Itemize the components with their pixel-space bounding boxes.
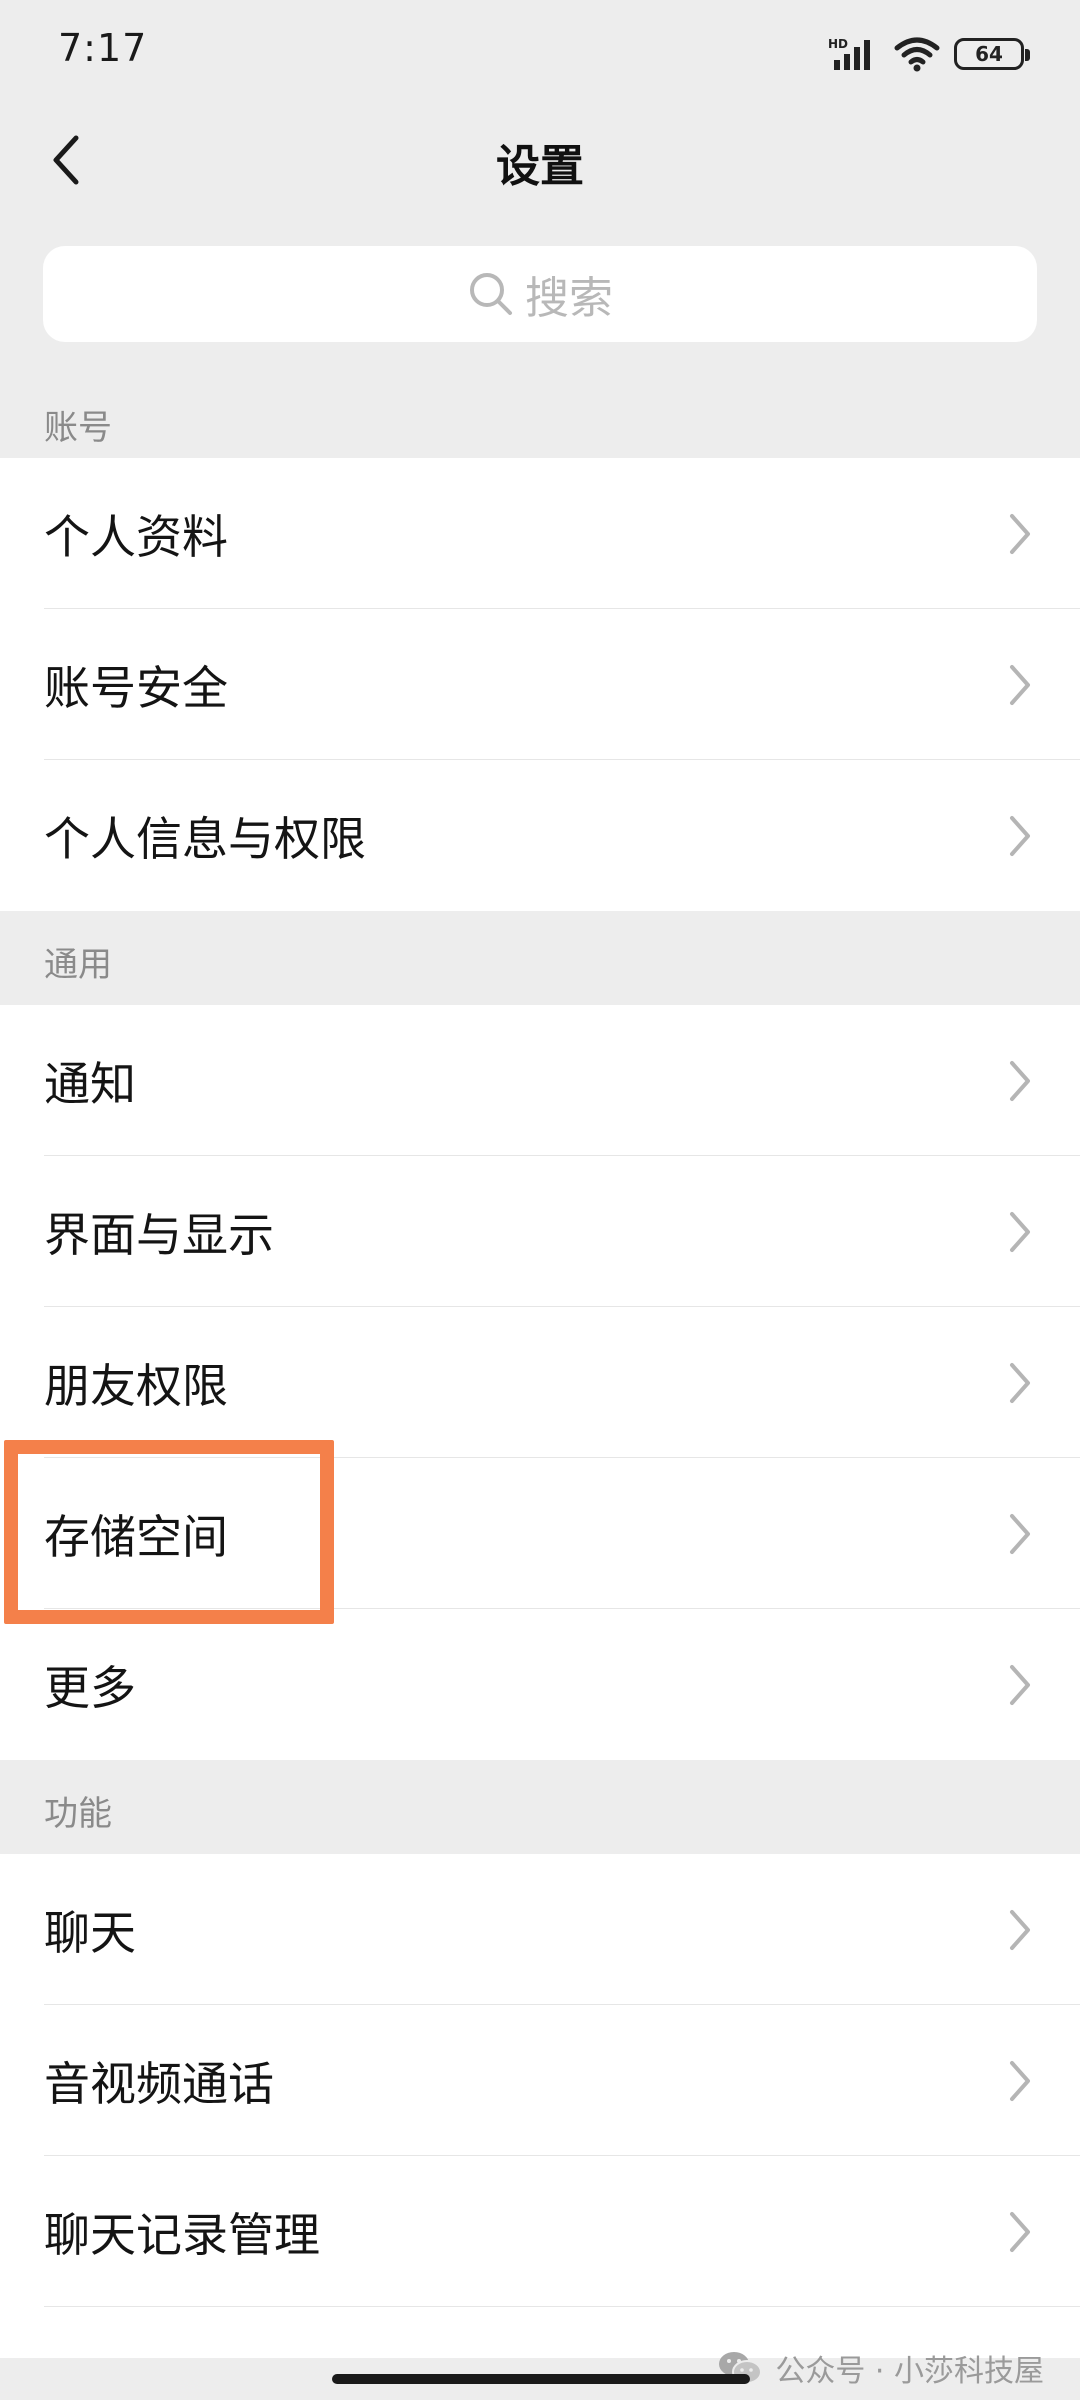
settings-item-chat-history[interactable]: 聊天记录管理 <box>0 2156 1080 2307</box>
settings-screen: 7:17 HD 64 设置 搜索 账号 个人资料 账号安全 个人信息与权限 通用… <box>0 0 1080 2400</box>
settings-item-label: 音视频通话 <box>44 2056 274 2111</box>
cellular-signal-icon: HD <box>828 37 870 70</box>
section-header-general: 通用 <box>44 945 112 985</box>
settings-item-label: 个人资料 <box>44 509 228 564</box>
home-indicator <box>332 2374 750 2384</box>
chevron-right-icon <box>1010 513 1030 554</box>
settings-item-audio-video-calls[interactable]: 音视频通话 <box>0 2005 1080 2156</box>
settings-item-label: 通知 <box>44 1056 136 1111</box>
settings-item-label: 聊天 <box>44 1905 136 1960</box>
section-header-features: 功能 <box>44 1794 112 1834</box>
features-group: 聊天 音视频通话 聊天记录管理 <box>0 1854 1080 2358</box>
settings-item-label: 更多 <box>44 1660 136 1715</box>
wifi-icon <box>894 37 940 72</box>
settings-item-storage[interactable]: 存储空间 <box>0 1458 1080 1609</box>
nav-bar: 设置 <box>0 110 1080 210</box>
settings-item-privacy-permissions[interactable]: 个人信息与权限 <box>0 760 1080 911</box>
settings-item-label: 账号安全 <box>44 660 228 715</box>
chevron-right-icon <box>1010 1211 1030 1252</box>
battery-icon: 64 <box>954 38 1030 70</box>
settings-item-label: 聊天记录管理 <box>44 2207 320 2262</box>
chevron-right-icon <box>1010 664 1030 705</box>
settings-item-more[interactable]: 更多 <box>0 1609 1080 1760</box>
chevron-right-icon <box>1010 1060 1030 1101</box>
account-group: 个人资料 账号安全 个人信息与权限 <box>0 458 1080 911</box>
watermark: 公众号 · 小莎科技屋 <box>717 2346 1044 2390</box>
settings-item-label: 个人信息与权限 <box>44 811 366 866</box>
chevron-right-icon <box>1010 2060 1030 2101</box>
settings-item-profile[interactable]: 个人资料 <box>0 458 1080 609</box>
status-bar: 7:17 HD 64 <box>0 0 1080 110</box>
settings-item-label: 界面与显示 <box>44 1207 274 1262</box>
search-placeholder: 搜索 <box>525 273 613 324</box>
battery-level: 64 <box>975 42 1003 66</box>
status-icons: HD 64 <box>828 32 1030 76</box>
settings-item-label: 存储空间 <box>44 1509 228 1564</box>
chevron-right-icon <box>1010 1664 1030 1705</box>
settings-item-account-security[interactable]: 账号安全 <box>0 609 1080 760</box>
settings-item-chat[interactable]: 聊天 <box>0 1854 1080 2005</box>
chevron-right-icon <box>1010 1513 1030 1554</box>
chevron-right-icon <box>1010 1362 1030 1403</box>
settings-item-friend-permissions[interactable]: 朋友权限 <box>0 1307 1080 1458</box>
search-icon <box>470 273 512 315</box>
settings-item-label: 朋友权限 <box>44 1358 228 1413</box>
settings-item-display[interactable]: 界面与显示 <box>0 1156 1080 1307</box>
divider <box>44 2306 1080 2307</box>
chevron-right-icon <box>1010 815 1030 856</box>
chevron-right-icon <box>1010 1909 1030 1950</box>
status-time: 7:17 <box>58 26 148 70</box>
search-input[interactable]: 搜索 <box>43 246 1037 342</box>
network-type-label: HD <box>828 37 848 51</box>
chevron-right-icon <box>1010 2211 1030 2252</box>
page-title: 设置 <box>496 141 584 192</box>
general-group: 通知 界面与显示 朋友权限 存储空间 更多 <box>0 1005 1080 1760</box>
settings-item-notifications[interactable]: 通知 <box>0 1005 1080 1156</box>
watermark-text: 公众号 · 小莎科技屋 <box>775 2354 1044 2389</box>
section-header-account: 账号 <box>44 408 112 448</box>
